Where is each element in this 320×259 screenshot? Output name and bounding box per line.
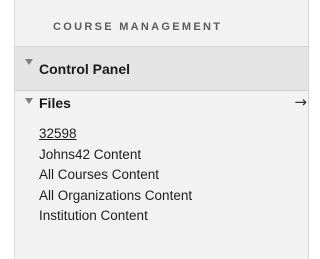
control-panel-toggle[interactable]: Control Panel	[15, 46, 309, 91]
files-item-32598[interactable]: 32598	[39, 126, 192, 147]
section-title: COURSE MANAGEMENT	[53, 21, 223, 33]
files-item-johns42-content[interactable]: Johns42 Content	[39, 147, 192, 168]
files-item-all-courses-content[interactable]: All Courses Content	[39, 167, 192, 188]
files-label: Files	[39, 95, 71, 111]
files-toggle[interactable]: Files →	[15, 92, 309, 118]
triangle-down-icon	[25, 98, 33, 104]
arrow-right-icon[interactable]: →	[294, 93, 307, 111]
frame: COURSE MANAGEMENT Control Panel Files → …	[0, 0, 309, 259]
files-item-institution-content[interactable]: Institution Content	[39, 208, 192, 229]
files-item-all-organizations-content[interactable]: All Organizations Content	[39, 188, 192, 209]
divider	[308, 0, 309, 259]
files-list: 32598 Johns42 Content All Courses Conten…	[39, 126, 192, 229]
control-panel-label: Control Panel	[39, 61, 131, 77]
course-management-panel: COURSE MANAGEMENT Control Panel Files → …	[14, 0, 309, 259]
triangle-down-icon	[25, 59, 33, 65]
